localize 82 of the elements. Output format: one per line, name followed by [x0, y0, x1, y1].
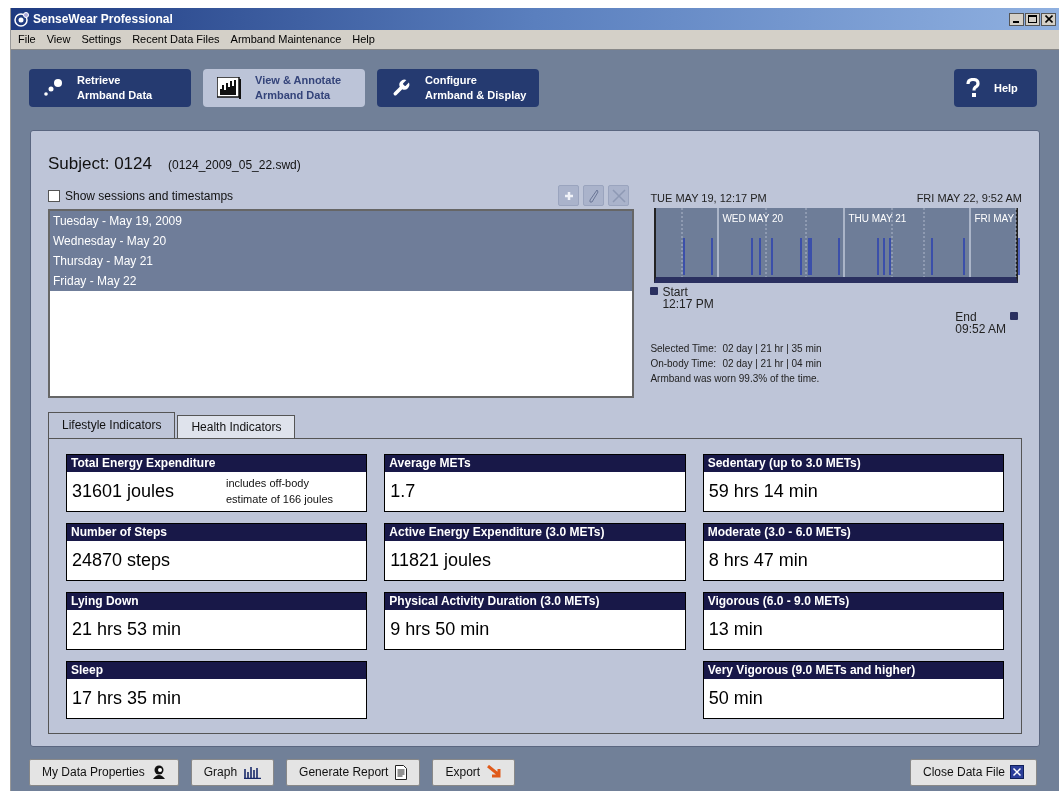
start-handle-icon[interactable]: [650, 287, 659, 295]
start-date: TUE MAY 19, 12:17 PM: [650, 190, 767, 206]
bar-chart-icon: [244, 765, 262, 779]
card-title: Active Energy Expenditure (3.0 METs): [385, 523, 685, 541]
card-value: 1.7: [390, 479, 417, 503]
day-item[interactable]: Friday - May 22: [50, 270, 633, 291]
help-icon: [966, 78, 980, 98]
card-title: Average METs: [385, 454, 685, 472]
day-label: FRI MAY: [974, 212, 1015, 226]
maximize-button[interactable]: [1025, 12, 1040, 26]
menu-item[interactable]: Armband Maintenance: [230, 31, 342, 48]
worn-summary: Armband was worn 99.3% of the time.: [650, 372, 821, 386]
start-label: Start: [662, 286, 689, 298]
dots-icon: [43, 79, 63, 97]
nav-button[interactable]: Configure Armband & Display: [377, 69, 539, 107]
stat-value: 02 day | 21 hr | 35 min: [722, 342, 822, 356]
end-date: FRI MAY 22, 9:52 AM: [916, 190, 1022, 206]
card-title: Sedentary (up to 3.0 METs): [703, 454, 1003, 472]
card-value: 24870 steps: [72, 548, 172, 572]
minimize-button[interactable]: [1009, 12, 1024, 26]
day-label: WED MAY 20: [722, 212, 784, 226]
arrow-icon: [487, 765, 503, 779]
plus-icon: [563, 190, 574, 201]
menu-item[interactable]: Help: [352, 31, 375, 48]
card-value: 9 hrs 50 min: [390, 617, 491, 641]
day-label: THU MAY 21: [848, 212, 907, 226]
menu-item[interactable]: View: [46, 31, 71, 48]
subject-title: Subject: 0124: [48, 153, 152, 175]
close-file-button[interactable]: Close Data File: [909, 758, 1037, 786]
tab[interactable]: Health Indicators: [177, 414, 296, 438]
stat-label: On-body Time:: [650, 357, 717, 371]
bar-chart-icon: [217, 77, 241, 99]
nav-button[interactable]: Retrieve Armband Data: [29, 69, 191, 107]
card-note: includes off-body estimate of 166 joules: [226, 476, 334, 507]
maximize-icon: [1028, 15, 1037, 23]
card-value: 17 hrs 35 min: [72, 686, 183, 710]
card-title: Lying Down: [67, 592, 367, 610]
action-button[interactable]: My Data Properties: [29, 758, 179, 786]
end-handle-icon[interactable]: [1010, 312, 1018, 320]
stat-value: 02 day | 21 hr | 04 min: [722, 357, 822, 371]
action-button[interactable]: Export: [432, 758, 516, 786]
end-label: End: [955, 311, 978, 323]
menu-item[interactable]: Recent Data Files: [132, 31, 220, 48]
card-title: Moderate (3.0 - 6.0 METs): [703, 523, 1003, 541]
day-item[interactable]: Tuesday - May 19, 2009: [50, 210, 633, 231]
card-title: Very Vigorous (9.0 METs and higher): [703, 661, 1003, 679]
day-item[interactable]: Wednesday - May 20: [50, 230, 633, 251]
window-title: SenseWear Professional: [33, 11, 173, 28]
start-time: 12:17 PM: [662, 298, 714, 310]
card-value: 31601 joules: [72, 479, 176, 503]
day-item[interactable]: Thursday - May 21: [50, 250, 633, 271]
end-time: 09:52 AM: [955, 323, 1006, 335]
close-button[interactable]: [1041, 12, 1056, 26]
close-icon: [611, 188, 626, 203]
menu-item[interactable]: File: [18, 31, 36, 48]
sessions-checkbox[interactable]: Show sessions and timestamps: [48, 186, 234, 205]
wrench-icon: [391, 78, 411, 98]
file-name: (0124_2009_05_22.swd): [167, 157, 301, 174]
help-button[interactable]: Help: [954, 69, 1037, 107]
tab[interactable]: Lifestyle Indicators: [48, 411, 176, 438]
pencil-icon: [588, 188, 599, 203]
card-value: 50 min: [708, 686, 764, 710]
document-icon: [395, 764, 408, 780]
stat-label: Selected Time:: [650, 342, 718, 356]
card-value: 8 hrs 47 min: [708, 548, 809, 572]
card-title: Vigorous (6.0 - 9.0 METs): [703, 592, 1003, 610]
close-icon: [1044, 15, 1053, 23]
card-value: 13 min: [708, 617, 764, 641]
card-title: Sleep: [67, 661, 367, 679]
close-icon: [1010, 765, 1024, 779]
card-value: 21 hrs 53 min: [72, 617, 183, 641]
nav-button[interactable]: View & Annotate Armband Data: [203, 69, 365, 107]
menu-item[interactable]: Settings: [81, 31, 122, 48]
app-logo-icon: [14, 11, 29, 27]
card-value: 59 hrs 14 min: [708, 479, 819, 503]
card-title: Number of Steps: [67, 523, 367, 541]
action-button[interactable]: Generate Report: [286, 758, 421, 786]
card-value: 11821 joules: [390, 548, 493, 572]
person-icon: [151, 765, 166, 779]
action-button[interactable]: Graph: [190, 758, 275, 786]
card-title: Physical Activity Duration (3.0 METs): [385, 592, 685, 610]
card-title: Total Energy Expenditure: [67, 454, 367, 472]
